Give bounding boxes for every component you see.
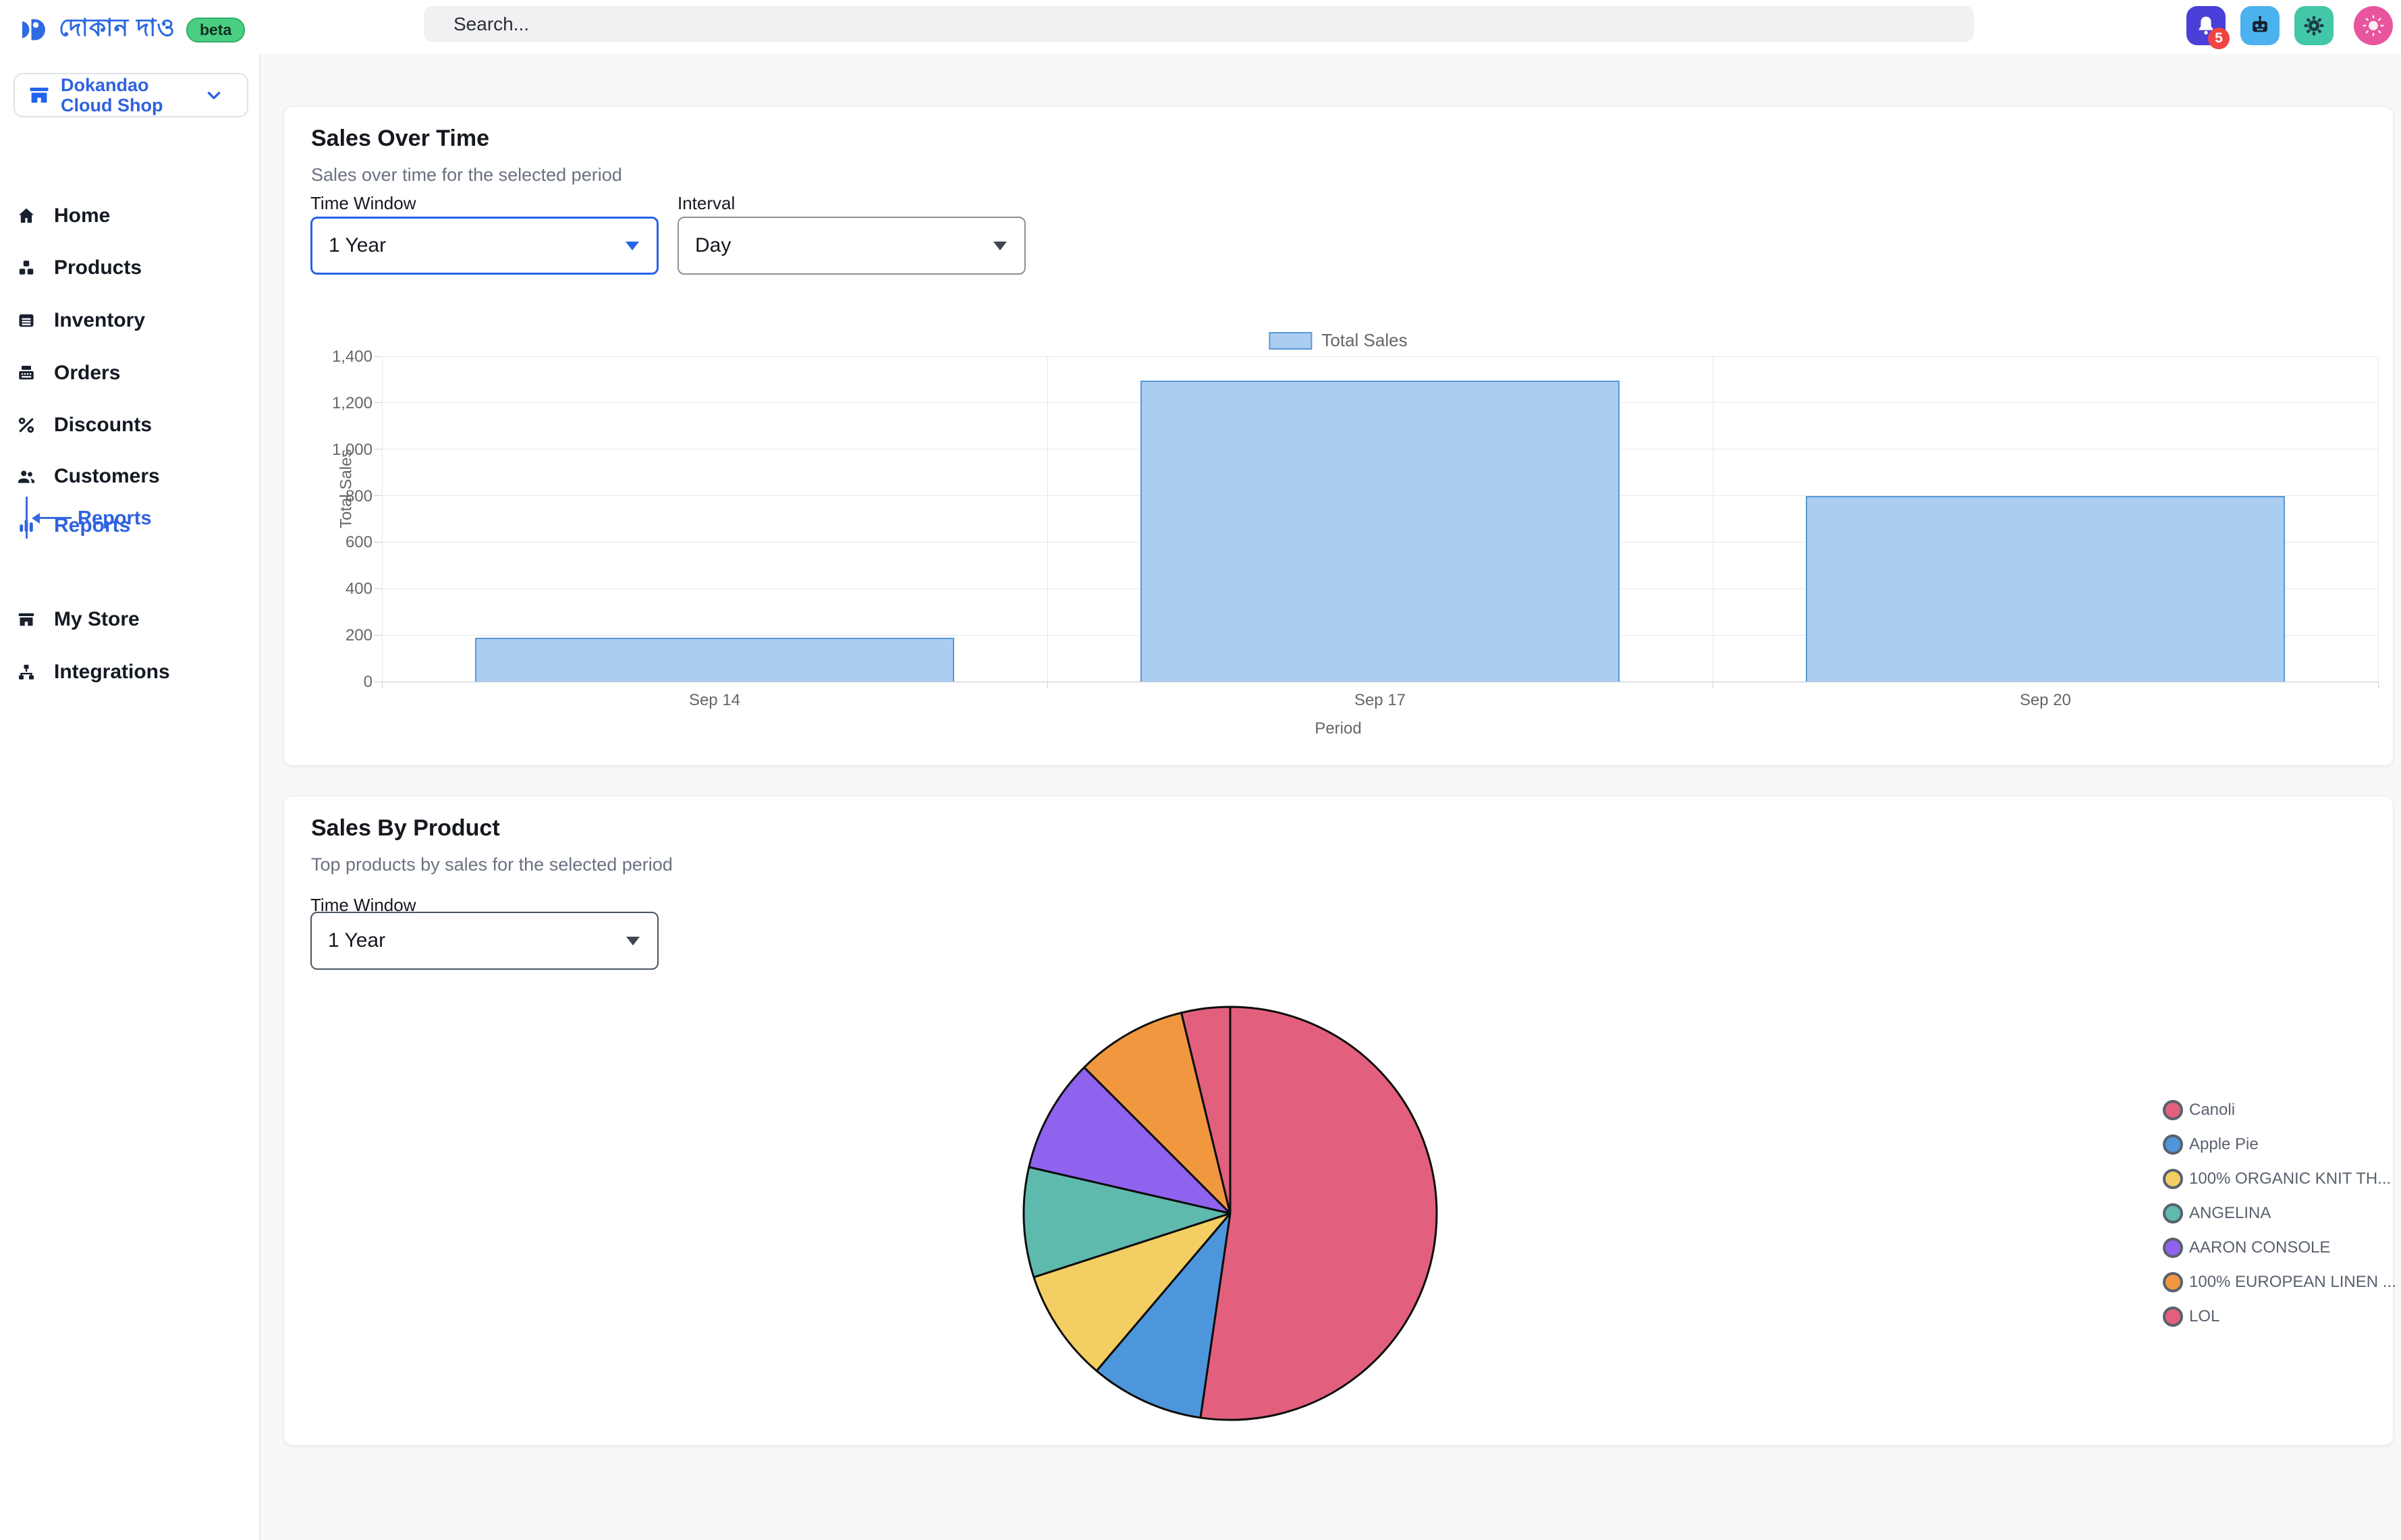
sidebar-item-my-store[interactable]: My Store	[0, 599, 260, 640]
pie-legend-label: AARON CONSOLE	[2189, 1238, 2330, 1257]
bar-sep-17[interactable]	[1140, 381, 1620, 682]
pie-legend-item[interactable]: AARON CONSOLE	[2163, 1238, 2330, 1258]
pie-legend-swatch	[2163, 1134, 2183, 1155]
beta-badge: beta	[186, 18, 245, 43]
gear-icon	[2302, 13, 2326, 38]
pie-legend-item[interactable]: Apple Pie	[2163, 1134, 2259, 1155]
home-icon	[16, 206, 36, 226]
pie-legend-swatch	[2163, 1169, 2183, 1189]
pie-legend-label: 100% EUROPEAN LINEN ...	[2189, 1273, 2396, 1292]
x-tick-label: Sep 17	[1299, 691, 1461, 710]
pie-legend-item[interactable]: LOL	[2163, 1307, 2219, 1327]
time-window-select[interactable]: 1 Year	[310, 912, 659, 970]
y-tick	[374, 495, 382, 496]
storefront-icon	[27, 83, 51, 107]
y-tick	[374, 542, 382, 543]
pie-legend-label: 100% ORGANIC KNIT TH...	[2189, 1170, 2391, 1188]
sidebar: Dokandao Cloud Shop Home Products	[0, 54, 260, 1540]
pie-legend-item[interactable]: ANGELINA	[2163, 1203, 2271, 1223]
x-tick	[2378, 682, 2379, 688]
theme-toggle-button[interactable]	[2354, 6, 2393, 45]
search-input[interactable]	[424, 6, 1974, 42]
x-axis-title: Period	[1298, 719, 1379, 738]
x-tick-label: Sep 20	[1964, 691, 2126, 710]
gridline	[382, 356, 383, 682]
x-tick-label: Sep 14	[634, 691, 796, 710]
shop-name: Dokandao Cloud Shop	[61, 75, 202, 115]
hub-icon	[16, 662, 36, 682]
chevron-down-icon	[204, 85, 224, 105]
gridline	[382, 356, 2378, 357]
pie-chart[interactable]	[1014, 997, 1446, 1429]
pie-slice-1[interactable]	[1200, 1007, 1437, 1420]
sales-by-product-card: Sales By Product Top products by sales f…	[283, 796, 2394, 1446]
sidebar-item-products[interactable]: Products	[0, 248, 260, 288]
sidebar-item-inventory[interactable]: Inventory	[0, 300, 260, 341]
card-subtitle: Top products by sales for the selected p…	[311, 854, 673, 875]
people-icon	[16, 466, 36, 487]
x-tick	[1047, 682, 1048, 688]
logo-icon	[18, 15, 48, 45]
y-tick-label: 200	[278, 626, 372, 645]
bar-sep-20[interactable]	[1806, 496, 2285, 682]
dropdown-arrow-icon	[626, 937, 640, 945]
y-tick-label: 600	[278, 533, 372, 552]
y-tick-label: 1,200	[278, 394, 372, 413]
shop-switcher[interactable]: Dokandao Cloud Shop	[13, 73, 248, 117]
robot-icon	[2248, 13, 2272, 38]
gridline	[1047, 356, 1048, 682]
app-logo: দোকান দাও beta	[18, 9, 245, 50]
pie-legend-swatch	[2163, 1272, 2183, 1292]
pie-legend-swatch	[2163, 1307, 2183, 1327]
y-tick	[374, 356, 382, 357]
pie-legend-label: Canoli	[2189, 1101, 2235, 1120]
logo-text: দোকান দাও	[59, 9, 175, 50]
bar-sep-14[interactable]	[475, 638, 954, 682]
y-tick-label: 800	[278, 487, 372, 506]
sidebar-item-orders[interactable]: Orders	[0, 353, 260, 393]
tree-connector-line	[26, 497, 28, 539]
sidebar-item-home[interactable]: Home	[0, 196, 260, 236]
pie-legend-item[interactable]: Canoli	[2163, 1100, 2235, 1120]
notification-count-badge: 5	[2208, 28, 2230, 49]
sidebar-item-integrations[interactable]: Integrations	[0, 652, 260, 692]
pie-legend-swatch	[2163, 1203, 2183, 1223]
card-title: Sales By Product	[311, 815, 500, 842]
assistant-button[interactable]	[2240, 6, 2280, 45]
cash-register-icon	[16, 363, 36, 383]
pie-legend-item[interactable]: 100% ORGANIC KNIT TH...	[2163, 1169, 2391, 1189]
pie-legend-swatch	[2163, 1238, 2183, 1258]
sidebar-subitem-reports[interactable]: Reports	[78, 498, 152, 539]
notifications-button[interactable]: 5	[2186, 6, 2226, 45]
pie-legend-label: Apple Pie	[2189, 1135, 2259, 1154]
gridline	[2378, 356, 2379, 682]
y-tick	[374, 402, 382, 403]
pie-legend-label: ANGELINA	[2189, 1204, 2271, 1223]
x-tick	[382, 682, 383, 688]
storefront-icon	[16, 609, 36, 630]
tree-connector-line	[39, 517, 72, 519]
settings-button[interactable]	[2294, 6, 2334, 45]
percent-icon	[16, 415, 36, 435]
y-tick	[374, 635, 382, 636]
pie-legend-item[interactable]: 100% EUROPEAN LINEN ...	[2163, 1272, 2396, 1292]
pie-legend-swatch	[2163, 1100, 2183, 1120]
sun-icon	[2361, 13, 2385, 38]
sidebar-item-discounts[interactable]: Discounts	[0, 405, 260, 445]
pie-legend-label: LOL	[2189, 1307, 2219, 1326]
topbar: দোকান দাও beta 5	[0, 0, 2401, 54]
sales-over-time-card: Sales Over Time Sales over time for the …	[283, 106, 2394, 766]
app-root: দোকান দাও beta 5	[0, 0, 2401, 1540]
tree-arrow-icon	[32, 513, 40, 524]
y-tick-label: 1,400	[278, 348, 372, 366]
y-tick-label: 400	[278, 580, 372, 599]
y-axis-title: Total Sales	[337, 449, 356, 528]
sidebar-item-customers[interactable]: Customers	[0, 456, 260, 497]
warehouse-icon	[16, 310, 36, 331]
y-tick-label: 0	[278, 673, 372, 692]
y-tick-label: 1,000	[278, 441, 372, 460]
y-tick	[374, 588, 382, 589]
boxes-icon	[16, 258, 36, 278]
bar-chart[interactable]: 02004006008001,0001,2001,400Sep 14Sep 17…	[284, 107, 2393, 765]
